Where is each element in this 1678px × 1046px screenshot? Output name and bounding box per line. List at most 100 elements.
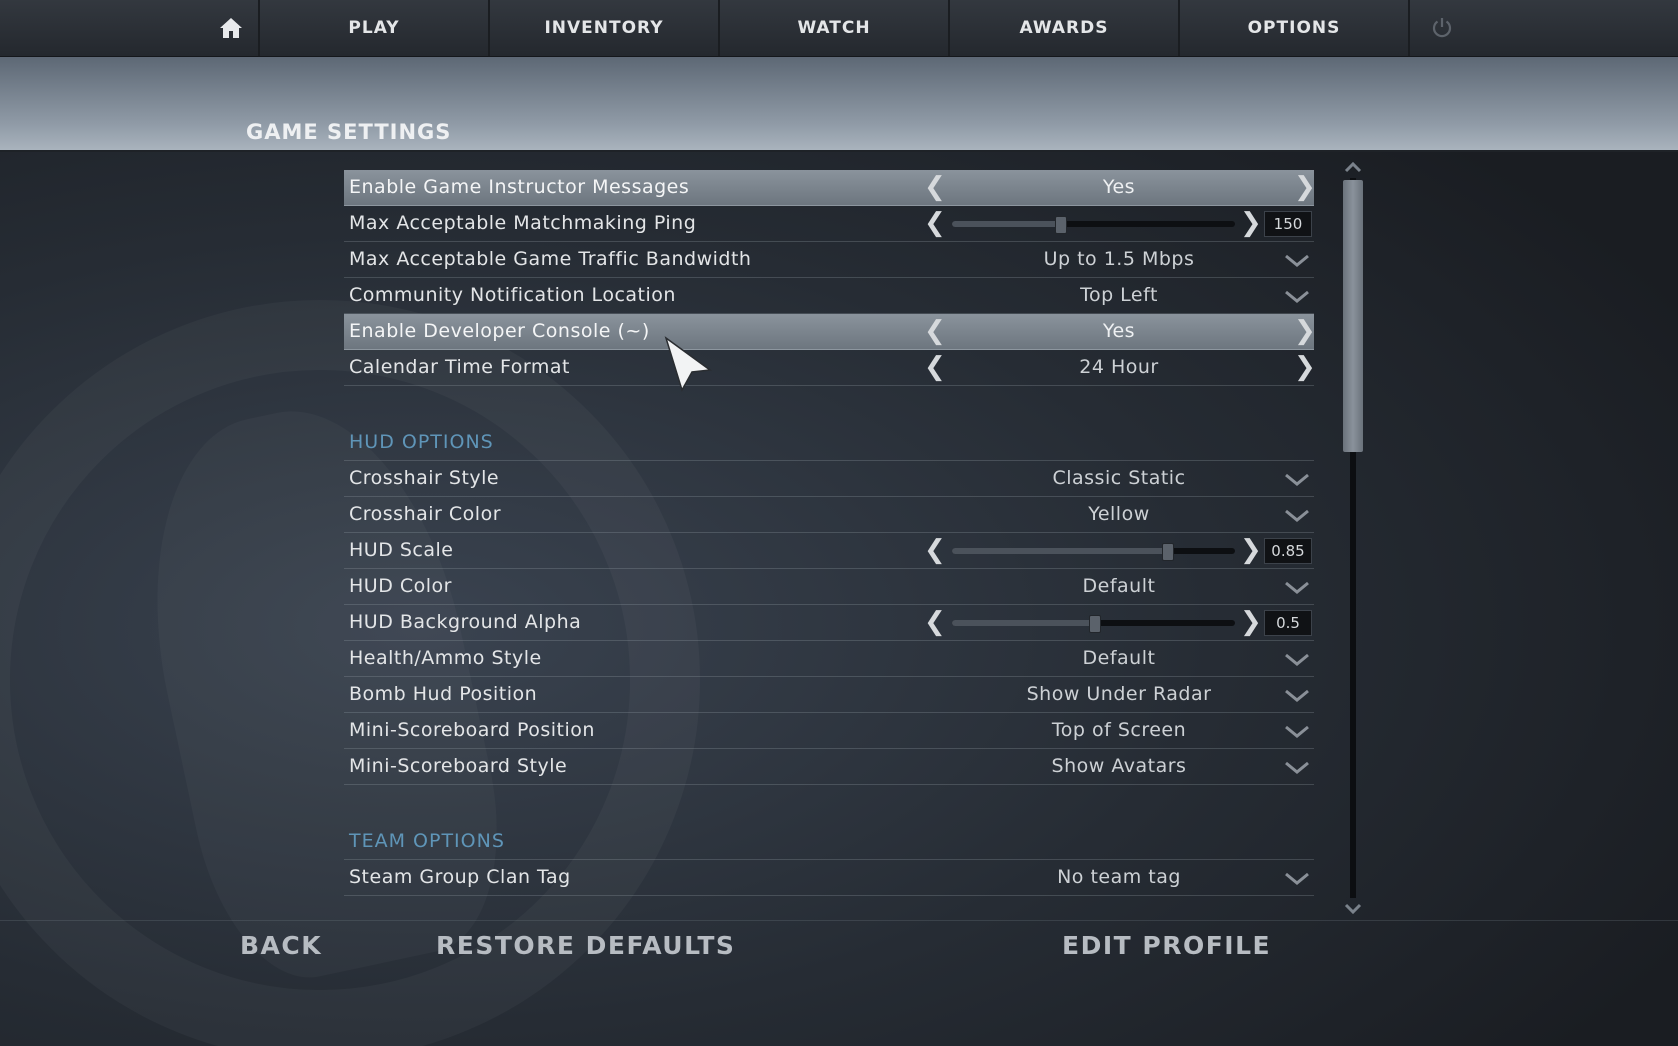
next-option-button[interactable]: ❯ xyxy=(1294,350,1316,385)
setting-row-hud-color[interactable]: HUD Color Default xyxy=(344,569,1314,605)
team-options-group: Steam Group Clan Tag No team tag xyxy=(344,860,1314,896)
slider-increase-button[interactable]: ❯ xyxy=(1240,206,1262,241)
chevron-down-icon[interactable] xyxy=(1282,683,1312,707)
setting-row-steam-group-clan-tag[interactable]: Steam Group Clan Tag No team tag xyxy=(344,860,1314,896)
dropdown-value[interactable]: Top of Screen xyxy=(924,713,1314,748)
setting-row-mini-scoreboard-position[interactable]: Mini-Scoreboard Position Top of Screen xyxy=(344,713,1314,749)
chevron-down-icon[interactable] xyxy=(1282,503,1312,527)
setting-label: Mini-Scoreboard Style xyxy=(349,755,568,777)
dropdown-value[interactable]: Show Avatars xyxy=(924,749,1314,784)
slider-thumb[interactable] xyxy=(1088,615,1101,633)
setting-row-max-acceptable-matchmaking-ping[interactable]: Max Acceptable Matchmaking Ping ❮ ❯ 150 xyxy=(344,206,1314,242)
nav-options[interactable]: OPTIONS xyxy=(1180,0,1410,56)
setting-value: Yes xyxy=(1102,320,1136,342)
setting-label: Crosshair Style xyxy=(349,467,500,489)
slider-fill xyxy=(952,221,1060,227)
setting-value: Yes xyxy=(1102,176,1136,198)
chevron-down-icon[interactable] xyxy=(1282,719,1312,743)
game-settings-screen: PLAY INVENTORY WATCH AWARDS OPTIONS GAME… xyxy=(0,0,1678,1046)
slider-fill xyxy=(952,620,1094,626)
nav-play[interactable]: PLAY xyxy=(260,0,490,56)
slider-value-field[interactable]: 0.5 xyxy=(1264,610,1312,636)
dropdown-value[interactable]: Up to 1.5 Mbps xyxy=(924,242,1314,277)
home-button[interactable] xyxy=(204,0,260,56)
slider-track[interactable] xyxy=(952,216,1235,234)
dropdown-value[interactable]: Yellow xyxy=(924,497,1314,532)
settings-scrollbar[interactable] xyxy=(1339,160,1367,916)
back-button[interactable]: BACK xyxy=(240,928,322,964)
top-navigation: PLAY INVENTORY WATCH AWARDS OPTIONS xyxy=(0,0,1678,57)
setting-label: Bomb Hud Position xyxy=(349,683,538,705)
hud-options-group: Crosshair Style Classic Static Crosshair C… xyxy=(344,461,1314,785)
scroll-down-icon[interactable] xyxy=(1343,902,1363,916)
chevron-down-icon[interactable] xyxy=(1282,755,1312,779)
chevron-down-icon[interactable] xyxy=(1282,467,1312,491)
setting-label: Health/Ammo Style xyxy=(349,647,542,669)
setting-label: Crosshair Color xyxy=(349,503,502,525)
mouse-cursor-icon xyxy=(664,336,713,392)
setting-row-health-ammo-style[interactable]: Health/Ammo Style Default xyxy=(344,641,1314,677)
slider-increase-button[interactable]: ❯ xyxy=(1240,605,1262,640)
footer-divider xyxy=(0,920,1678,921)
next-option-button[interactable]: ❯ xyxy=(1294,314,1316,349)
setting-label: Max Acceptable Matchmaking Ping xyxy=(349,212,697,234)
slider-thumb[interactable] xyxy=(1162,543,1175,561)
slider-increase-button[interactable]: ❯ xyxy=(1240,533,1262,568)
dropdown-value[interactable]: Classic Static xyxy=(924,461,1314,496)
chevron-down-icon[interactable] xyxy=(1282,248,1312,272)
power-icon xyxy=(1432,18,1452,38)
next-option-button[interactable]: ❯ xyxy=(1294,170,1316,205)
slider-track[interactable] xyxy=(952,615,1235,633)
slider-decrease-button[interactable]: ❮ xyxy=(924,206,946,241)
dropdown-value[interactable]: Show Under Radar xyxy=(924,677,1314,712)
power-button[interactable] xyxy=(1410,0,1474,56)
slider-decrease-button[interactable]: ❮ xyxy=(924,605,946,640)
scroll-up-icon[interactable] xyxy=(1343,160,1363,174)
setting-label: HUD Scale xyxy=(349,539,454,561)
chevron-down-icon[interactable] xyxy=(1282,866,1312,890)
dropdown-value[interactable]: Default xyxy=(924,641,1314,676)
scroll-thumb[interactable] xyxy=(1343,180,1363,452)
setting-row-max-acceptable-game-traffic-bandwidth[interactable]: Max Acceptable Game Traffic Bandwidth Up … xyxy=(344,242,1314,278)
dropdown-value[interactable]: Default xyxy=(924,569,1314,604)
setting-label: Enable Developer Console (~) xyxy=(349,320,650,342)
edit-profile-button[interactable]: EDIT PROFILE xyxy=(1062,928,1271,964)
setting-label: Max Acceptable Game Traffic Bandwidth xyxy=(349,248,752,270)
home-icon xyxy=(220,18,242,38)
setting-row-calendar-time-format[interactable]: Calendar Time Format ❮ 24 Hour ❯ xyxy=(344,350,1316,386)
setting-row-crosshair-style[interactable]: Crosshair Style Classic Static xyxy=(344,461,1314,497)
slider-track[interactable] xyxy=(952,543,1235,561)
settings-list: Enable Game Instructor Messages ❮ Yes ❯ Max … xyxy=(344,170,1316,896)
setting-row-hud-scale[interactable]: HUD Scale ❮ ❯ 0.85 xyxy=(344,533,1314,569)
chevron-down-icon[interactable] xyxy=(1282,647,1312,671)
nav-awards[interactable]: AWARDS xyxy=(950,0,1180,56)
slider-decrease-button[interactable]: ❮ xyxy=(924,533,946,568)
slider-thumb[interactable] xyxy=(1054,216,1067,234)
slider-value-field[interactable]: 150 xyxy=(1264,211,1312,237)
dropdown-value[interactable]: No team tag xyxy=(924,860,1314,895)
setting-label: Enable Game Instructor Messages xyxy=(349,176,690,198)
setting-label: Community Notification Location xyxy=(349,284,676,306)
setting-row-enable-game-instructor-messages[interactable]: Enable Game Instructor Messages ❮ Yes ❯ xyxy=(344,170,1316,206)
setting-row-hud-background-alpha[interactable]: HUD Background Alpha ❮ ❯ 0.5 xyxy=(344,605,1314,641)
setting-label: Calendar Time Format xyxy=(349,356,570,378)
setting-value: 24 Hour xyxy=(1079,356,1159,378)
setting-row-community-notification-location[interactable]: Community Notification Location Top Left xyxy=(344,278,1314,314)
chevron-down-icon[interactable] xyxy=(1282,284,1312,308)
setting-row-crosshair-color[interactable]: Crosshair Color Yellow xyxy=(344,497,1314,533)
setting-row-bomb-hud-position[interactable]: Bomb Hud Position Show Under Radar xyxy=(344,677,1314,713)
setting-label: HUD Background Alpha xyxy=(349,611,582,633)
slider-fill xyxy=(952,548,1168,554)
team-options-title: TEAM OPTIONS xyxy=(344,823,1314,860)
dropdown-value[interactable]: Top Left xyxy=(924,278,1314,313)
setting-row-enable-developer-console[interactable]: Enable Developer Console (~) ❮ Yes ❯ xyxy=(344,314,1316,350)
setting-row-mini-scoreboard-style[interactable]: Mini-Scoreboard Style Show Avatars xyxy=(344,749,1314,785)
chevron-down-icon[interactable] xyxy=(1282,575,1312,599)
nav-inventory[interactable]: INVENTORY xyxy=(490,0,720,56)
nav-watch[interactable]: WATCH xyxy=(720,0,950,56)
restore-defaults-button[interactable]: RESTORE DEFAULTS xyxy=(436,928,735,964)
slider-value-field[interactable]: 0.85 xyxy=(1264,538,1312,564)
